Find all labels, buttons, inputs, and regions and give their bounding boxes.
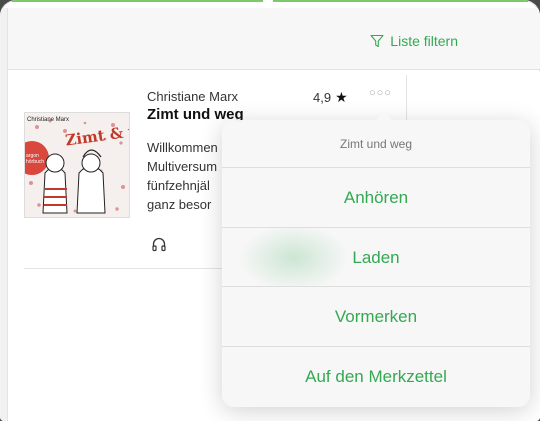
popover-arrow — [375, 112, 393, 121]
tablet-screen: Liste filtern Christiane Marx Zimt & weg… — [0, 0, 540, 421]
add-to-wishlist-action[interactable]: Auf den Merkzettel — [222, 347, 530, 407]
rating-value: 4,9 — [313, 90, 332, 105]
star-icon: ★ — [335, 89, 348, 105]
book-cover[interactable]: Christiane Marx Zimt & weg argon hörbuch — [24, 112, 130, 218]
left-panel-edge — [0, 8, 8, 421]
book-author: Christiane Marx — [147, 89, 239, 104]
headphones-icon — [152, 237, 166, 252]
top-notch — [263, 0, 273, 6]
funnel-icon — [370, 34, 384, 48]
publisher-badge: argon hörbuch — [26, 153, 45, 165]
reserve-action[interactable]: Vormerken — [222, 287, 530, 347]
book-actions-popover: Zimt und weg Anhören Laden Vormerken Auf… — [222, 112, 530, 407]
ellipsis-icon: ○○○ — [369, 87, 392, 99]
popover-title: Zimt und weg — [222, 120, 530, 168]
listen-action[interactable]: Anhören — [222, 168, 530, 228]
cover-author-text: Christiane Marx — [27, 117, 70, 123]
more-options-button[interactable]: ○○○ — [369, 87, 392, 99]
list-toolbar: Liste filtern — [8, 8, 540, 70]
filter-list-button[interactable]: Liste filtern — [370, 33, 458, 49]
book-rating: 4,9 ★ — [313, 89, 348, 106]
download-action[interactable]: Laden — [222, 227, 530, 287]
filter-label: Liste filtern — [390, 33, 458, 49]
